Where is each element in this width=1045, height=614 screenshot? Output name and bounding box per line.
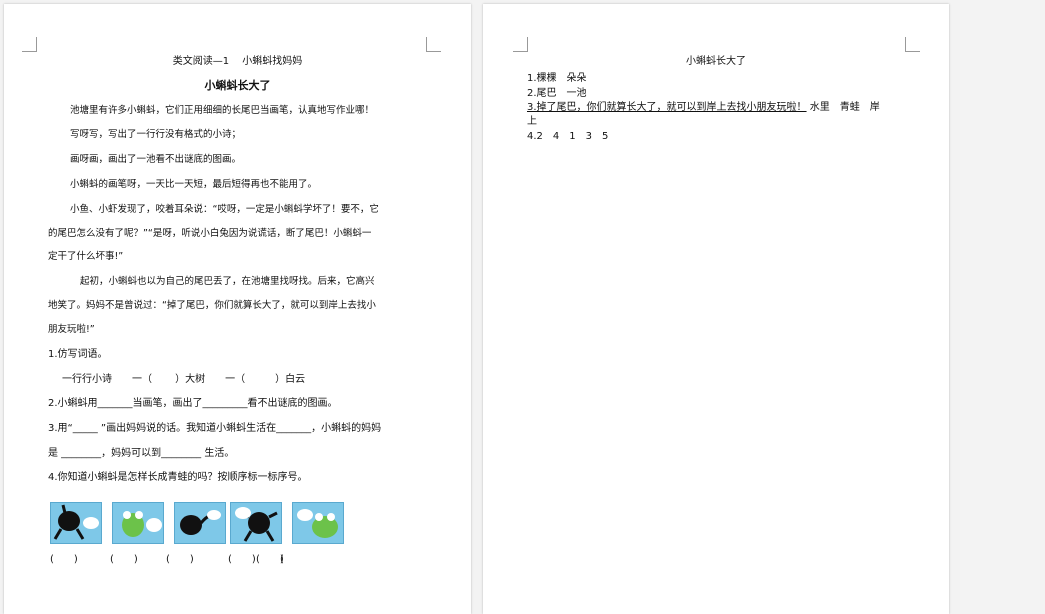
answer-paren: ( ) xyxy=(50,554,78,565)
answer-paren: ( ) xyxy=(110,554,138,565)
passage-line: 小蝌蚪的画笔呀，一天比一天短，最后短得再也不能用了。 xyxy=(70,179,318,190)
passage-line: 定干了什么坏事!” xyxy=(48,251,124,262)
question-2: 2.小蝌蚪用_______当画笔，画出了_________看不出谜底的图画。 xyxy=(48,398,338,409)
page-header: 类文阅读—1 小蝌蚪找妈妈 xyxy=(172,56,303,67)
answer-3: 3.掉了尾巴，你们就算长大了，就可以到岸上去找小朋友玩啦！ 水里 青蛙 岸 xyxy=(527,102,880,114)
question-3-cont: 是 ________，妈妈可以到________ 生活。 xyxy=(48,448,235,459)
question-1: 1.仿写词语。 xyxy=(48,349,108,360)
question-1-blanks: 一行行小诗 一（ ）大树 一（ ）白云 xyxy=(62,374,306,385)
passage-line: 朋友玩啦!” xyxy=(48,324,95,335)
margin-mark-top-right xyxy=(905,37,920,52)
answer-3-cont: 上 xyxy=(527,116,537,127)
tadpole-image xyxy=(174,502,226,544)
answer-4: 4.2 4 1 3 5 xyxy=(527,131,609,142)
document-page-right: 小蝌蚪长大了 1.棵棵 朵朵 2.尾巴 一池 3.掉了尾巴，你们就算长大了，就可… xyxy=(483,4,949,614)
answer-paren: ( ) xyxy=(166,554,194,565)
answer-paren: ( ) xyxy=(228,554,256,565)
passage-title: 小蝌蚪长大了 xyxy=(204,79,271,92)
question-4: 4.你知道小蝌蚪是怎样长成青蛙的吗？按顺序标一标序号。 xyxy=(48,472,308,483)
tadpole-legs-image xyxy=(50,502,102,544)
answer-2: 2.尾巴 一池 xyxy=(527,88,587,99)
answer-1: 1.棵棵 朵朵 xyxy=(527,73,587,84)
answer-title: 小蝌蚪长大了 xyxy=(686,56,746,67)
document-page-left: 类文阅读—1 小蝌蚪找妈妈 小蝌蚪长大了 池塘里有许多小蝌蚪，它们正用细细的长尾… xyxy=(4,4,471,614)
answer-3-underlined: 3.掉了尾巴，你们就算长大了，就可以到岸上去找小朋友玩啦！ xyxy=(527,102,807,113)
passage-line: 起初，小蝌蚪也以为自己的尾巴丢了，在池塘里找呀找。后来，它高兴 xyxy=(80,276,375,287)
answer-3-words: 水里 青蛙 岸 xyxy=(809,102,880,113)
passage-line: 的尾巴怎么没有了呢？”“是呀，听说小白兔因为说谎话，断了尾巴！小蝌蚪一 xyxy=(48,228,372,239)
answer-paren: ( xyxy=(280,554,284,565)
frog-image xyxy=(292,502,344,544)
question-3: 3.用“_____ ”画出妈妈说的话。我知道小蝌蚪生活在_______，小蝌蚪的… xyxy=(48,423,382,434)
frog-tail-image xyxy=(112,502,164,544)
passage-line: 小鱼、小虾发现了，咬着耳朵说：“哎呀，一定是小蝌蚪学坏了！要不，它 xyxy=(70,204,379,215)
passage-line: 地笑了。妈妈不是曾说过：“掉了尾巴，你们就算长大了，就可以到岸上去找小 xyxy=(48,300,376,311)
passage-line: 池塘里有许多小蝌蚪，它们正用细细的长尾巴当画笔，认真地写作业哪！ xyxy=(70,105,375,116)
margin-mark-top-left xyxy=(513,37,528,52)
margin-mark-top-right xyxy=(426,37,441,52)
passage-line: 写呀写，写出了一行行没有格式的小诗； xyxy=(70,129,242,140)
tadpole-front-legs-image xyxy=(230,502,282,544)
passage-line: 画呀画，画出了一池看不出谜底的图画。 xyxy=(70,154,242,165)
margin-mark-top-left xyxy=(22,37,37,52)
